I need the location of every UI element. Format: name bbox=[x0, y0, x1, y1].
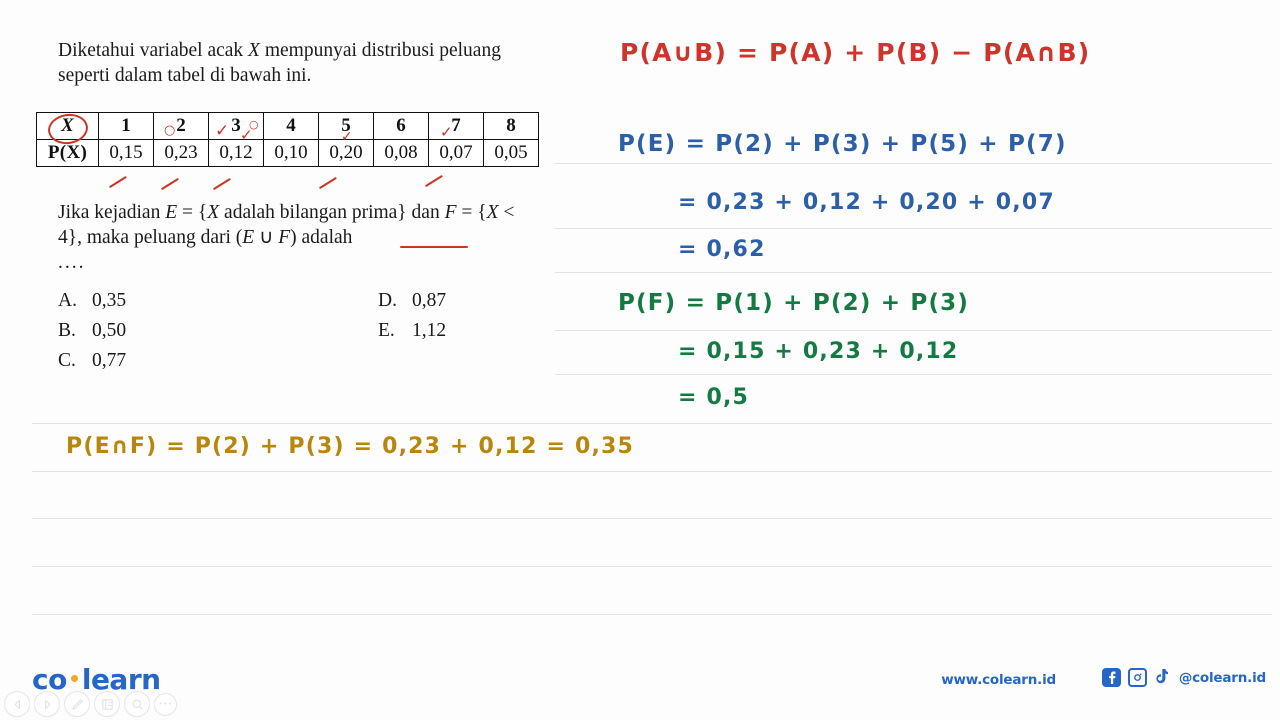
prompt-eq1: = { bbox=[177, 202, 208, 223]
prompt-var-x2: X bbox=[486, 202, 499, 223]
red-slash-mark bbox=[212, 177, 232, 191]
choice-option-d[interactable]: D. 0,87 bbox=[378, 290, 446, 320]
table-cell-px: 0,10 bbox=[263, 139, 319, 167]
table-cell-px: 0,05 bbox=[483, 139, 539, 167]
red-slash-mark bbox=[424, 174, 444, 188]
table-cell-x: 8 bbox=[483, 112, 539, 140]
table-cell-px: 0,07 bbox=[428, 139, 484, 167]
prompt-event-E: E bbox=[165, 202, 178, 223]
rule-line bbox=[555, 228, 1272, 229]
table-cell-px: 0,15 bbox=[98, 139, 154, 167]
rule-line bbox=[555, 330, 1272, 331]
table-cell-px: 0,12 bbox=[208, 139, 264, 167]
table-cell-x: 4 bbox=[263, 112, 319, 140]
rule-line bbox=[555, 374, 1272, 375]
website-url[interactable]: www.colearn.id bbox=[941, 672, 1056, 688]
table-cell-x: 1 bbox=[98, 112, 154, 140]
table-row-x: X 1 2 3 4 5 6 7 8 bbox=[36, 112, 539, 140]
rule-line bbox=[32, 471, 1272, 472]
tiktok-icon[interactable] bbox=[1154, 669, 1169, 686]
choice-label-e: E. bbox=[378, 320, 395, 341]
notes-button[interactable] bbox=[94, 691, 120, 717]
red-mark-over-2: ✓ bbox=[215, 121, 230, 141]
prompt-eq2: = { bbox=[456, 202, 487, 223]
table-cell-x: 6 bbox=[373, 112, 429, 140]
choice-label-c: C. bbox=[58, 350, 76, 371]
rule-line bbox=[32, 614, 1272, 615]
handwriting-pe-line3: = 0,62 bbox=[678, 237, 766, 262]
pen-tool-button[interactable] bbox=[64, 691, 90, 717]
facebook-icon[interactable] bbox=[1101, 668, 1121, 687]
question-variable-x: X bbox=[248, 40, 260, 61]
rule-line bbox=[32, 423, 1272, 424]
probability-distribution-table: X 1 2 3 4 5 6 7 8 P(X) 0,15 0,23 0,12 0,… bbox=[36, 112, 539, 167]
question-prompt: Jika kejadian E = {X adalah bilangan pri… bbox=[58, 200, 543, 275]
previous-page-button[interactable] bbox=[4, 691, 30, 717]
worksheet-page: Diketahui variabel acak X mempunyai dist… bbox=[0, 0, 1280, 720]
table-row-px: P(X) 0,15 0,23 0,12 0,10 0,20 0,08 0,07 … bbox=[36, 139, 539, 167]
more-options-button[interactable]: ••• bbox=[154, 692, 177, 716]
social-handle[interactable]: @colearn.id bbox=[1179, 670, 1266, 686]
rule-line bbox=[32, 518, 1272, 519]
choice-label-b: B. bbox=[58, 320, 76, 341]
instagram-icon[interactable] bbox=[1127, 668, 1147, 687]
red-mark-over-7: ✓ bbox=[440, 123, 453, 141]
rule-line bbox=[555, 272, 1272, 273]
prompt-tail: ) adalah bbox=[290, 227, 353, 248]
red-mark-over-5: ✓ bbox=[341, 129, 353, 145]
prompt-ellipsis: .... bbox=[58, 252, 86, 273]
table-cell-x: 7 bbox=[428, 112, 484, 140]
prompt-union-F: F bbox=[278, 227, 291, 248]
choices-left-column: A. 0,35 B. 0,50 C. 0,77 bbox=[58, 290, 126, 380]
prompt-prime: adalah bilangan prima} dan bbox=[219, 202, 440, 223]
prompt-union-op: ∪ bbox=[254, 227, 279, 248]
handwriting-union-formula: P(A∪B) = P(A) + P(B) − P(A∩B) bbox=[620, 38, 1091, 67]
question-text-block: Diketahui variabel acak X mempunyai dist… bbox=[58, 38, 538, 88]
question-line1-post: mempunyai distribusi bbox=[259, 40, 435, 61]
handwriting-pf-line1: P(F) = P(1) + P(2) + P(3) bbox=[618, 290, 970, 316]
prompt-pre: Jika kejadian bbox=[58, 202, 166, 223]
search-icon[interactable] bbox=[124, 691, 150, 717]
rule-line bbox=[555, 163, 1272, 164]
choice-value-e: 1,12 bbox=[412, 320, 447, 341]
table-cell-x: 2 bbox=[153, 112, 209, 140]
red-mark-over-3b: ✓ bbox=[240, 126, 253, 144]
choice-label-a: A. bbox=[58, 290, 77, 311]
choice-option-c[interactable]: C. 0,77 bbox=[58, 350, 126, 380]
logo-dot-icon bbox=[70, 675, 78, 682]
handwriting-pf-line3: = 0,5 bbox=[678, 385, 750, 410]
handwriting-penf-line: P(E∩F) = P(2) + P(3) = 0,23 + 0,12 = 0,3… bbox=[66, 434, 635, 459]
prompt-union-E: E bbox=[242, 227, 255, 248]
choice-option-e[interactable]: E. 1,12 bbox=[378, 320, 446, 350]
choice-option-b[interactable]: B. 0,50 bbox=[58, 320, 126, 350]
bottom-toolbar: ••• bbox=[4, 691, 177, 717]
question-statement: Diketahui variabel acak X mempunyai dist… bbox=[58, 38, 538, 88]
red-slash-mark bbox=[318, 176, 338, 190]
prompt-event-F: F bbox=[444, 202, 457, 223]
red-slash-mark bbox=[160, 177, 180, 191]
next-page-button[interactable] bbox=[34, 691, 60, 717]
red-slash-mark bbox=[108, 175, 128, 189]
handwriting-pe-line2: = 0,23 + 0,12 + 0,20 + 0,07 bbox=[678, 190, 1055, 215]
choice-value-c: 0,77 bbox=[92, 350, 127, 371]
social-links: @colearn.id bbox=[1101, 668, 1266, 687]
choice-value-a: 0,35 bbox=[92, 290, 127, 311]
prompt-var-x1: X bbox=[207, 202, 220, 223]
choice-value-b: 0,50 bbox=[92, 320, 127, 341]
handwriting-pf-line2: = 0,15 + 0,23 + 0,12 bbox=[678, 339, 959, 364]
table-cell-px: 0,08 bbox=[373, 139, 429, 167]
table-cell-px: 0,23 bbox=[153, 139, 209, 167]
choices-right-column: D. 0,87 E. 1,12 bbox=[378, 290, 446, 350]
question-line1-pre: Diketahui variabel acak bbox=[58, 40, 249, 61]
choice-label-d: D. bbox=[378, 290, 397, 311]
red-mark-over-1: ○ bbox=[164, 123, 176, 138]
handwriting-pe-line1: P(E) = P(2) + P(3) + P(5) + P(7) bbox=[618, 131, 1067, 157]
choice-value-d: 0,87 bbox=[412, 290, 447, 311]
choice-option-a[interactable]: A. 0,35 bbox=[58, 290, 126, 320]
rule-line bbox=[32, 566, 1272, 567]
